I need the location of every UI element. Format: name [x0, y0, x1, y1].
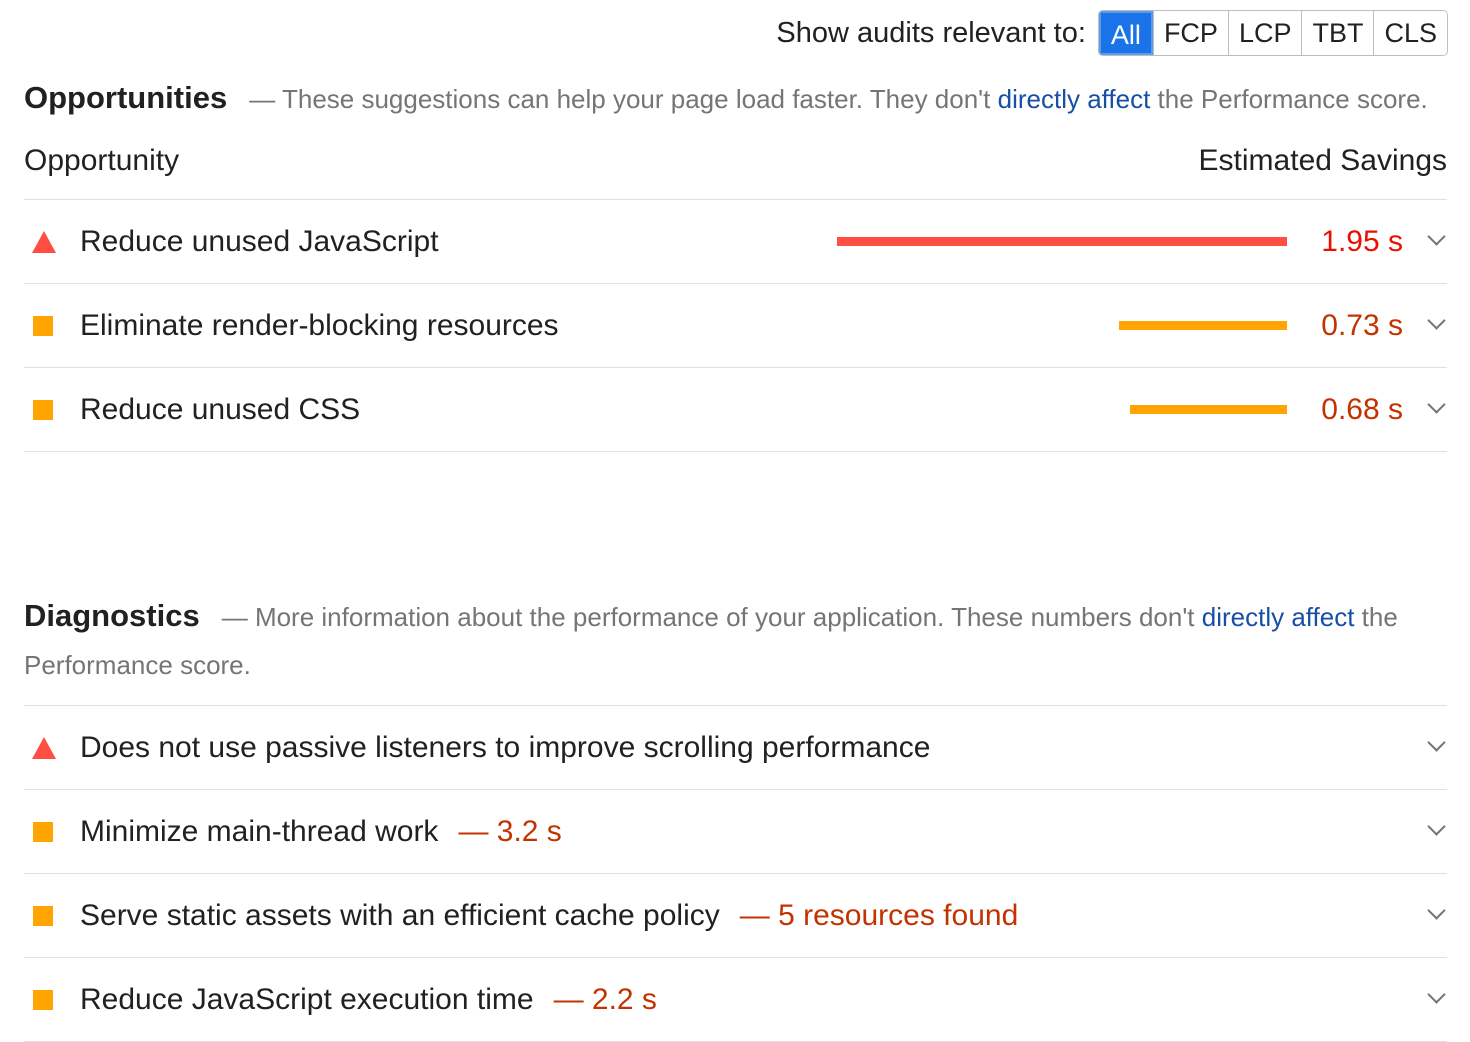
opportunity-column-headers: Opportunity Estimated Savings — [24, 123, 1447, 200]
diagnostics-desc-text: — More information about the performance… — [221, 602, 1202, 632]
directly-affect-link[interactable]: directly affect — [1202, 602, 1355, 632]
savings-value: 1.95 s — [1321, 224, 1403, 258]
savings-bar — [837, 237, 1287, 246]
chevron-down-icon[interactable] — [1427, 395, 1446, 414]
filter-all-button[interactable]: All — [1098, 11, 1153, 55]
diagnostic-value: — 2.2 s — [553, 982, 657, 1016]
red-triangle-icon — [24, 736, 80, 759]
estimated-savings-column-header: Estimated Savings — [1198, 144, 1447, 177]
opportunities-description: — These suggestions can help your page l… — [249, 84, 1428, 114]
audit-filter: Show audits relevant to: All FCP LCP TBT… — [776, 10, 1448, 56]
diagnostic-row[interactable]: Reduce JavaScript execution time — 2.2 s — [24, 958, 1447, 1042]
opportunity-title: Reduce unused JavaScript — [80, 224, 439, 258]
red-triangle-icon — [24, 230, 80, 253]
orange-square-icon — [24, 315, 80, 336]
directly-affect-link[interactable]: directly affect — [998, 84, 1151, 114]
opportunities-desc-text: — These suggestions can help your page l… — [249, 84, 998, 114]
diagnostic-row[interactable]: Minimize main-thread work — 3.2 s — [24, 790, 1447, 874]
opportunity-column-header: Opportunity — [24, 144, 180, 177]
diagnostics-section: Diagnostics — More information about the … — [24, 592, 1447, 1042]
chevron-down-icon[interactable] — [1427, 901, 1446, 920]
chevron-down-icon[interactable] — [1427, 733, 1446, 752]
diagnostic-value: — 5 resources found — [739, 898, 1019, 932]
opportunity-row[interactable]: Eliminate render-blocking resources 0.73… — [24, 284, 1447, 368]
savings-bar — [1119, 321, 1287, 330]
diagnostics-header: Diagnostics — More information about the … — [24, 592, 1447, 706]
diagnostic-title: Reduce JavaScript execution time — [80, 982, 534, 1016]
opportunities-header: Opportunities — These suggestions can hel… — [24, 74, 1447, 123]
savings-bar — [1130, 405, 1287, 414]
opportunity-row[interactable]: Reduce unused JavaScript 1.95 s — [24, 200, 1447, 284]
opportunities-desc-tail: the Performance score. — [1150, 84, 1428, 114]
opportunity-title: Eliminate render-blocking resources — [80, 308, 559, 342]
filter-lcp-button[interactable]: LCP — [1227, 11, 1302, 55]
filter-cls-button[interactable]: CLS — [1373, 11, 1447, 55]
savings-value: 0.68 s — [1321, 392, 1403, 426]
diagnostic-row[interactable]: Does not use passive listeners to improv… — [24, 706, 1447, 790]
orange-square-icon — [24, 821, 80, 842]
orange-square-icon — [24, 905, 80, 926]
opportunity-title: Reduce unused CSS — [80, 392, 361, 426]
chevron-down-icon[interactable] — [1427, 985, 1446, 1004]
orange-square-icon — [24, 399, 80, 420]
chevron-down-icon[interactable] — [1427, 227, 1446, 246]
opportunity-row[interactable]: Reduce unused CSS 0.68 s — [24, 368, 1447, 452]
filter-fcp-button[interactable]: FCP — [1152, 11, 1228, 55]
diagnostics-title: Diagnostics — [24, 598, 200, 633]
diagnostics-description: — More information about the performance… — [24, 602, 1398, 680]
opportunities-title: Opportunities — [24, 80, 228, 115]
filter-tbt-button[interactable]: TBT — [1301, 11, 1374, 55]
opportunities-section: Opportunities — These suggestions can hel… — [24, 74, 1447, 452]
savings-value: 0.73 s — [1321, 308, 1403, 342]
diagnostic-value: — 3.2 s — [458, 814, 562, 848]
diagnostic-title: Does not use passive listeners to improv… — [80, 730, 931, 764]
chevron-down-icon[interactable] — [1427, 817, 1446, 836]
diagnostic-title: Serve static assets with an efficient ca… — [80, 898, 720, 932]
chevron-down-icon[interactable] — [1427, 311, 1446, 330]
orange-square-icon — [24, 989, 80, 1010]
filter-label: Show audits relevant to: — [776, 16, 1086, 49]
filter-button-group: All FCP LCP TBT CLS — [1097, 10, 1448, 56]
diagnostic-title: Minimize main-thread work — [80, 814, 439, 848]
diagnostic-row[interactable]: Serve static assets with an efficient ca… — [24, 874, 1447, 958]
